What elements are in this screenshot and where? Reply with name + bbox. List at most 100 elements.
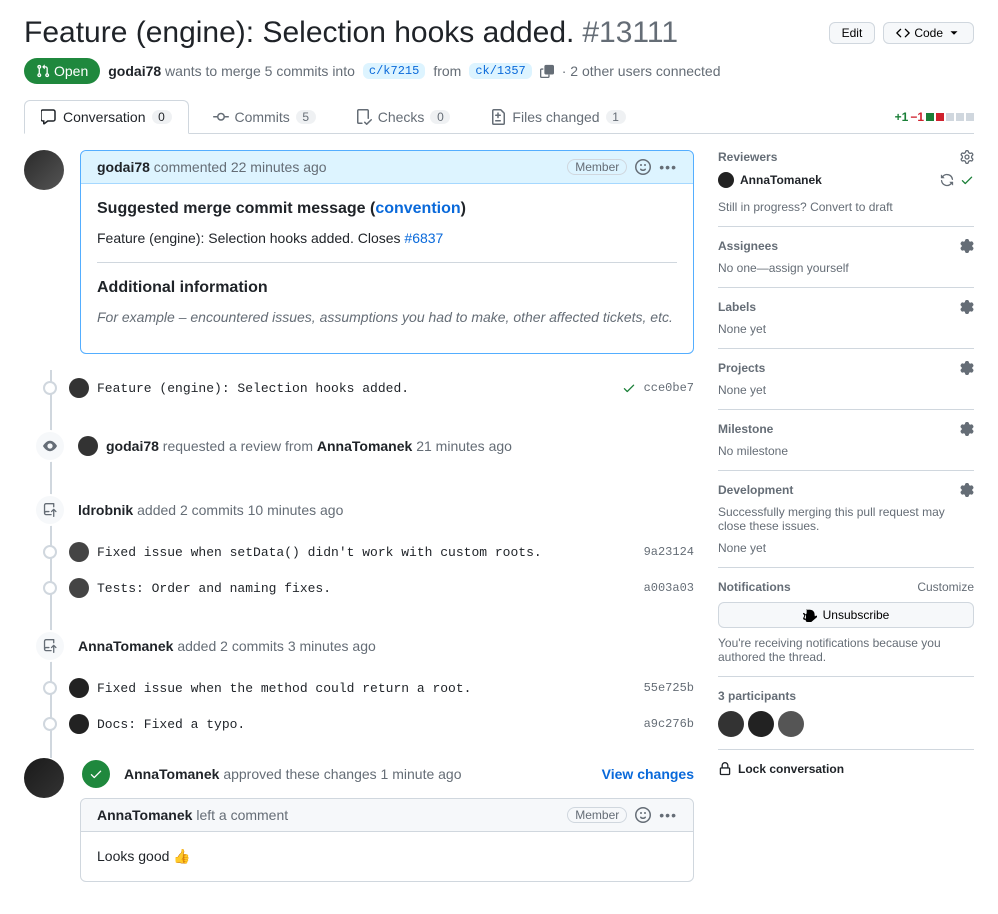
diffstat[interactable]: +1 −1 xyxy=(895,110,974,124)
avatar[interactable] xyxy=(78,436,98,456)
avatar[interactable] xyxy=(24,150,64,190)
connected-users: · 2 other users connected xyxy=(562,63,721,79)
event-author[interactable]: AnnaTomanek xyxy=(78,638,173,654)
commit-message[interactable]: Tests: Order and naming fixes. xyxy=(97,581,331,596)
copy-icon[interactable] xyxy=(540,64,554,78)
lock-icon xyxy=(718,762,732,776)
check-icon xyxy=(960,173,974,187)
base-branch[interactable]: c/k7215 xyxy=(363,63,425,79)
commit-hash[interactable]: 9a23124 xyxy=(644,545,694,559)
comment-discussion-icon xyxy=(41,109,57,125)
check-badge-icon xyxy=(80,758,112,790)
commit-message[interactable]: Docs: Fixed a typo. xyxy=(97,717,245,732)
issue-link[interactable]: #6837 xyxy=(404,230,443,246)
event-author[interactable]: ldrobnik xyxy=(78,502,133,518)
assignees-heading: Assignees xyxy=(718,239,778,253)
edit-button[interactable]: Edit xyxy=(829,22,876,44)
commits-count: 5 xyxy=(296,110,316,124)
avatar[interactable] xyxy=(24,758,64,798)
view-changes-link[interactable]: View changes xyxy=(602,766,694,782)
commit-hash[interactable]: a9c276b xyxy=(644,717,694,731)
commit-dot-icon xyxy=(43,681,57,695)
convention-link[interactable]: convention xyxy=(375,200,460,217)
head-branch[interactable]: ck/1357 xyxy=(469,63,531,79)
avatar[interactable] xyxy=(69,678,89,698)
commit-dot-icon xyxy=(43,381,57,395)
avatar[interactable] xyxy=(69,578,89,598)
commit-message-heading: Suggested merge commit message (conventi… xyxy=(97,200,677,218)
tab-commits[interactable]: Commits 5 xyxy=(197,100,332,133)
conversation-count: 0 xyxy=(152,110,172,124)
lock-conversation-link[interactable]: Lock conversation xyxy=(718,762,974,776)
files-count: 1 xyxy=(606,110,626,124)
avatar[interactable] xyxy=(69,542,89,562)
sync-icon[interactable] xyxy=(940,173,954,187)
state-badge: Open xyxy=(24,58,100,84)
eye-badge-icon xyxy=(34,430,66,462)
checks-count: 0 xyxy=(430,110,450,124)
tab-checks[interactable]: Checks 0 xyxy=(340,100,467,133)
commit-message[interactable]: Fixed issue when the method could return… xyxy=(97,681,471,696)
code-button[interactable]: Code xyxy=(883,22,974,44)
commit-message[interactable]: Fixed issue when setData() didn't work w… xyxy=(97,545,542,560)
customize-link[interactable]: Customize xyxy=(917,580,974,594)
reviewer-name[interactable]: AnnaTomanek xyxy=(740,173,822,187)
avatar[interactable] xyxy=(748,711,774,737)
smiley-icon[interactable] xyxy=(635,159,651,175)
milestone-none: No milestone xyxy=(718,444,974,458)
comment-author[interactable]: AnnaTomanek xyxy=(97,807,192,823)
avatar[interactable] xyxy=(718,172,734,188)
commit-dot-icon xyxy=(43,545,57,559)
assign-yourself-link[interactable]: assign yourself xyxy=(769,261,849,275)
review-author[interactable]: AnnaTomanek xyxy=(124,766,219,782)
commit-dot-icon xyxy=(43,581,57,595)
pr-author[interactable]: godai78 xyxy=(108,63,161,79)
kebab-icon[interactable]: ••• xyxy=(659,159,677,175)
checklist-icon xyxy=(356,109,372,125)
gear-icon[interactable] xyxy=(960,422,974,436)
pr-title: Feature (engine): Selection hooks added. xyxy=(24,16,574,50)
reviewers-heading: Reviewers xyxy=(718,150,777,164)
comment-text: Looks good 👍 xyxy=(97,848,677,865)
commit-message[interactable]: Feature (engine): Selection hooks added. xyxy=(97,381,409,396)
projects-heading: Projects xyxy=(718,361,765,375)
commit-hash[interactable]: cce0be7 xyxy=(644,381,694,395)
check-icon[interactable] xyxy=(622,381,636,395)
pr-number: #13111 xyxy=(582,16,678,50)
avatar[interactable] xyxy=(718,711,744,737)
labels-none: None yet xyxy=(718,322,974,336)
caret-down-icon xyxy=(947,26,961,40)
avatar[interactable] xyxy=(69,714,89,734)
file-diff-icon xyxy=(490,109,506,125)
convert-draft-link[interactable]: Convert to draft xyxy=(810,200,893,214)
commit-hash[interactable]: 55e725b xyxy=(644,681,694,695)
git-pull-request-icon xyxy=(36,64,50,78)
commit-hash[interactable]: a003a03 xyxy=(644,581,694,595)
development-none: None yet xyxy=(718,541,974,555)
avatar[interactable] xyxy=(69,378,89,398)
unsubscribe-button[interactable]: Unsubscribe xyxy=(718,602,974,628)
avatar[interactable] xyxy=(778,711,804,737)
development-heading: Development xyxy=(718,483,793,497)
tab-conversation[interactable]: Conversation 0 xyxy=(24,100,189,134)
event-author[interactable]: godai78 xyxy=(106,438,159,454)
smiley-icon[interactable] xyxy=(635,807,651,823)
repo-push-icon xyxy=(34,630,66,662)
gear-icon[interactable] xyxy=(960,239,974,253)
comment-author[interactable]: godai78 xyxy=(97,159,150,175)
gear-icon[interactable] xyxy=(960,483,974,497)
gear-icon[interactable] xyxy=(960,150,974,164)
review-target[interactable]: AnnaTomanek xyxy=(317,438,412,454)
gear-icon[interactable] xyxy=(960,300,974,314)
notifications-desc: You're receiving notifications because y… xyxy=(718,636,974,664)
participants-heading: 3 participants xyxy=(718,689,974,703)
member-badge: Member xyxy=(567,159,627,175)
kebab-icon[interactable]: ••• xyxy=(659,807,677,823)
git-commit-icon xyxy=(213,109,229,125)
gear-icon[interactable] xyxy=(960,361,974,375)
tab-files-changed[interactable]: Files changed 1 xyxy=(474,100,641,133)
comment-time[interactable]: 22 minutes ago xyxy=(231,159,327,175)
milestone-heading: Milestone xyxy=(718,422,773,436)
code-label: Code xyxy=(914,26,943,40)
additional-info-heading: Additional information xyxy=(97,279,677,297)
